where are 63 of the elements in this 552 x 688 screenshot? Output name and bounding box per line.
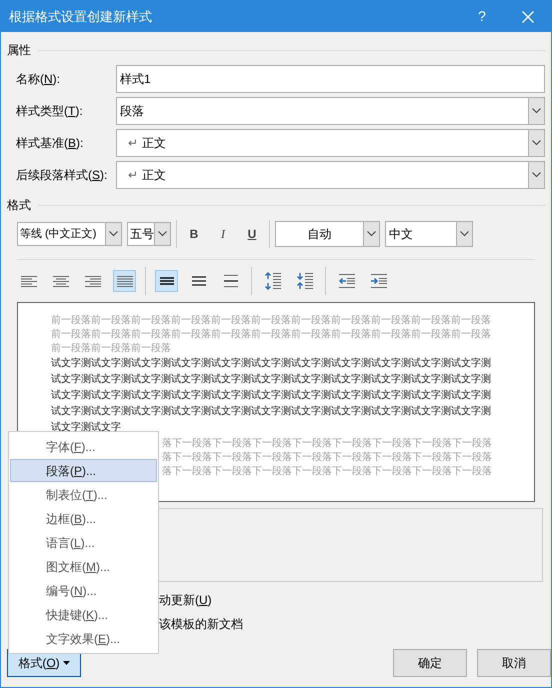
indent-icon	[338, 274, 354, 288]
style-dropdown[interactable]: ↵ 正文	[116, 129, 545, 157]
italic-button[interactable]: I	[211, 222, 235, 246]
bold-button[interactable]: B	[182, 222, 206, 246]
field-label: 样式类型(T):	[15, 103, 84, 120]
preview-next-paragraph: 落下一段落下一段落下一段落下一段落下一段落下一段落下一段落下一段落	[162, 451, 493, 465]
preview-sample-text: 试文字测试文字测试文字测试文字测试文字测试文字测试文字测试文字测试文字测试文字测试文字测	[51, 388, 492, 403]
language-dropdown[interactable]: 中文	[385, 221, 473, 247]
section-heading: 属性	[7, 42, 31, 59]
preview-sample-text: 试文字测试文字测试文字测试文字测试文字测试文字测试文字测试文字测试文字测试文字测试文字测	[51, 404, 492, 419]
section-heading: 格式	[7, 197, 31, 214]
line-spacing-icon	[160, 275, 174, 287]
align-justify-button[interactable]	[113, 270, 136, 292]
menu-item[interactable]: 段落(P)...	[10, 459, 157, 482]
dropdown-caret-icon	[62, 661, 70, 665]
dropdown-value: 正文	[142, 135, 166, 152]
text-align-icon	[52, 276, 68, 286]
dropdown-value: 正文	[142, 167, 166, 184]
color-dropdown[interactable]: 自动	[275, 221, 380, 247]
preview-sample-text: 试文字测试文字	[51, 420, 122, 435]
ok-button[interactable]: 确定	[393, 649, 467, 677]
option-label: 该模板的新文档	[159, 616, 244, 633]
preview-previous-paragraph: 前一段落前一段落前一段落	[51, 342, 172, 356]
field-label: 名称(N):	[15, 71, 62, 88]
paragraph-mark: ↵	[127, 135, 138, 152]
cancel-button[interactable]: 取消	[477, 649, 551, 677]
preview-sample-text: 试文字测试文字测试文字测试文字测试文字测试文字测试文字测试文字测试文字测试文字测试文字测	[51, 372, 492, 387]
option-label: 动更新(U)	[159, 592, 213, 609]
preview-next-paragraph: 落下一段落下一段落下一段落下一段落下一段落下一段落下一段落下一段落	[162, 465, 493, 479]
help-button[interactable]: ?	[459, 1, 505, 32]
menu-item[interactable]: 字体(F)...	[10, 435, 157, 458]
underline-button[interactable]: U	[240, 222, 264, 246]
field-label: 后续段落样式(S):	[15, 167, 108, 184]
line-spacing-icon	[192, 275, 206, 287]
menu-item[interactable]: 边框(B)...	[10, 507, 157, 530]
menu-item[interactable]: 图文框(M)...	[10, 555, 157, 578]
menu-item[interactable]: 语言(L)...	[10, 531, 157, 554]
text-align-icon	[20, 276, 36, 286]
dropdown-value: 段落	[120, 103, 144, 120]
font-dropdown[interactable]: 等线 (中文正文)	[17, 222, 122, 246]
size-dropdown[interactable]: 五号	[127, 222, 171, 246]
name-field[interactable]: 样式1	[116, 65, 545, 93]
paragraph-mark: ↵	[127, 167, 138, 184]
field-label: 样式基准(B):	[15, 135, 84, 152]
preview-previous-paragraph: 前一段落前一段落前一段落前一段落前一段落前一段落前一段落前一段落前一段落前一段落前一段落	[51, 328, 492, 342]
style-dropdown[interactable]: 段落	[116, 97, 545, 125]
text-align-icon	[116, 276, 132, 286]
menu-item[interactable]: 文字效果(E)...	[10, 627, 157, 650]
paragraph-spacing-icon	[296, 272, 314, 290]
indent-icon	[370, 274, 386, 288]
menu-item[interactable]: 快捷键(K)...	[10, 603, 157, 626]
menu-item[interactable]: 编号(N)...	[10, 579, 157, 602]
window-title: 根据格式设置创建新样式	[9, 8, 153, 26]
style-dropdown[interactable]: ↵ 正文	[116, 161, 545, 189]
preview-sample-text: 试文字测试文字测试文字测试文字测试文字测试文字测试文字测试文字测试文字测试文字测试文字测	[51, 356, 492, 371]
paragraph-spacing-icon	[264, 272, 282, 290]
line-spacing-icon	[224, 275, 238, 287]
close-icon	[522, 10, 534, 22]
preview-next-paragraph: 落下一段落下一段落下一段落下一段落下一段落下一段落下一段落下一段落	[162, 437, 493, 451]
line-spacing-single-button[interactable]	[155, 270, 178, 292]
menu-item[interactable]: 制表位(T)...	[10, 483, 157, 506]
preview-previous-paragraph: 前一段落前一段落前一段落前一段落前一段落前一段落前一段落前一段落前一段落前一段落前一段落	[51, 314, 492, 328]
text-align-icon	[84, 276, 100, 286]
